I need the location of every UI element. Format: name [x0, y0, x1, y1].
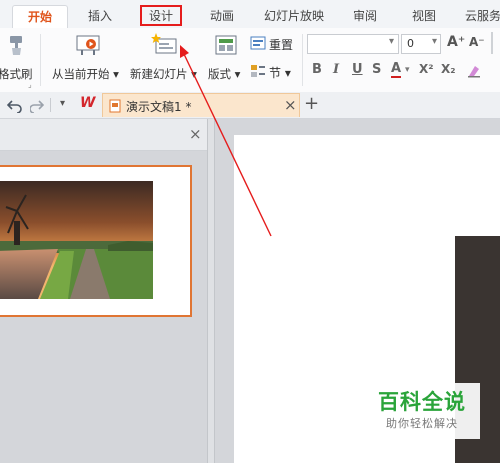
- wps-logo[interactable]: W: [80, 95, 95, 111]
- reset-button[interactable]: 重置: [269, 36, 293, 53]
- reset-icon[interactable]: [250, 36, 266, 50]
- undo-icon[interactable]: [6, 97, 23, 114]
- tab-view[interactable]: 视图: [403, 5, 445, 27]
- watermark-subtitle: 助你轻松解决: [386, 417, 458, 430]
- slide-thumbnail-panel: ×: [0, 119, 207, 463]
- tab-cloud[interactable]: 云服务: [458, 5, 500, 27]
- expand-icon[interactable]: ⌟: [28, 80, 32, 89]
- tab-insert[interactable]: 插入: [79, 5, 121, 27]
- document-tab-bar: ▾ W 演示文稿1 * × +: [0, 92, 500, 119]
- tab-animation[interactable]: 动画: [200, 5, 244, 27]
- windmill-photo: [0, 181, 153, 299]
- italic-button[interactable]: I: [333, 62, 339, 77]
- panel-splitter[interactable]: [207, 119, 215, 463]
- redo-icon[interactable]: [29, 97, 45, 114]
- subscript-button[interactable]: X₂: [441, 62, 456, 76]
- tab-home[interactable]: 开始: [12, 5, 68, 28]
- watermark-title: 百科全说: [378, 390, 466, 414]
- slide-thumbnail[interactable]: [0, 165, 192, 317]
- superscript-button[interactable]: X²: [419, 62, 434, 76]
- new-slide-icon[interactable]: [151, 33, 179, 57]
- close-panel-icon[interactable]: ×: [189, 125, 202, 143]
- clear-format-icon[interactable]: [466, 64, 482, 78]
- watermark: 百科全说 助你轻松解决: [364, 383, 480, 439]
- ribbon: 格式刷 ⌟ 从当前开始 ▾ 新建幻灯片 ▾ 版式 ▾ 重置 节 ▾ ▾ 0 ▾ …: [0, 28, 500, 93]
- ribbon-tab-bar: 开始 插入 设计 动画 幻灯片放映 审阅 视图 云服务: [0, 0, 500, 29]
- quick-access-dropdown[interactable]: ▾: [60, 98, 65, 109]
- close-tab-icon[interactable]: ×: [284, 96, 297, 114]
- layout-icon[interactable]: [215, 35, 237, 57]
- dropdown-icon[interactable]: ▾: [405, 65, 410, 75]
- tab-design-highlight: [140, 5, 182, 26]
- font-size-combo[interactable]: 0 ▾: [401, 34, 441, 54]
- panel-header: ×: [0, 119, 207, 151]
- section-icon[interactable]: [250, 64, 266, 78]
- font-color-button[interactable]: A: [391, 62, 402, 78]
- grow-font-button[interactable]: A⁺: [447, 34, 465, 50]
- strikethrough-button[interactable]: S: [372, 62, 381, 77]
- slide-editor-area: 百科全说 助你轻松解决: [215, 119, 500, 463]
- layout-button[interactable]: 版式 ▾: [208, 66, 240, 82]
- shrink-font-button[interactable]: A⁻: [469, 35, 485, 49]
- play-from-current-icon[interactable]: [76, 34, 102, 56]
- new-slide-button[interactable]: 新建幻灯片 ▾: [130, 66, 197, 82]
- play-from-current-button[interactable]: 从当前开始 ▾: [52, 66, 119, 82]
- document-tab[interactable]: 演示文稿1 * ×: [102, 93, 300, 117]
- slide-canvas[interactable]: 百科全说 助你轻松解决: [234, 135, 500, 463]
- section-button[interactable]: 节 ▾: [269, 64, 291, 81]
- tab-slideshow[interactable]: 幻灯片放映: [258, 5, 330, 27]
- bold-button[interactable]: B: [312, 62, 322, 77]
- ribbon-divider: [491, 32, 493, 54]
- brush-icon[interactable]: [6, 34, 28, 56]
- font-name-combo[interactable]: ▾: [307, 34, 399, 54]
- underline-button[interactable]: U: [352, 62, 363, 77]
- new-tab-icon[interactable]: +: [304, 93, 319, 114]
- document-title: 演示文稿1 *: [126, 100, 192, 114]
- tab-review[interactable]: 审阅: [344, 5, 386, 27]
- document-icon: [109, 99, 121, 113]
